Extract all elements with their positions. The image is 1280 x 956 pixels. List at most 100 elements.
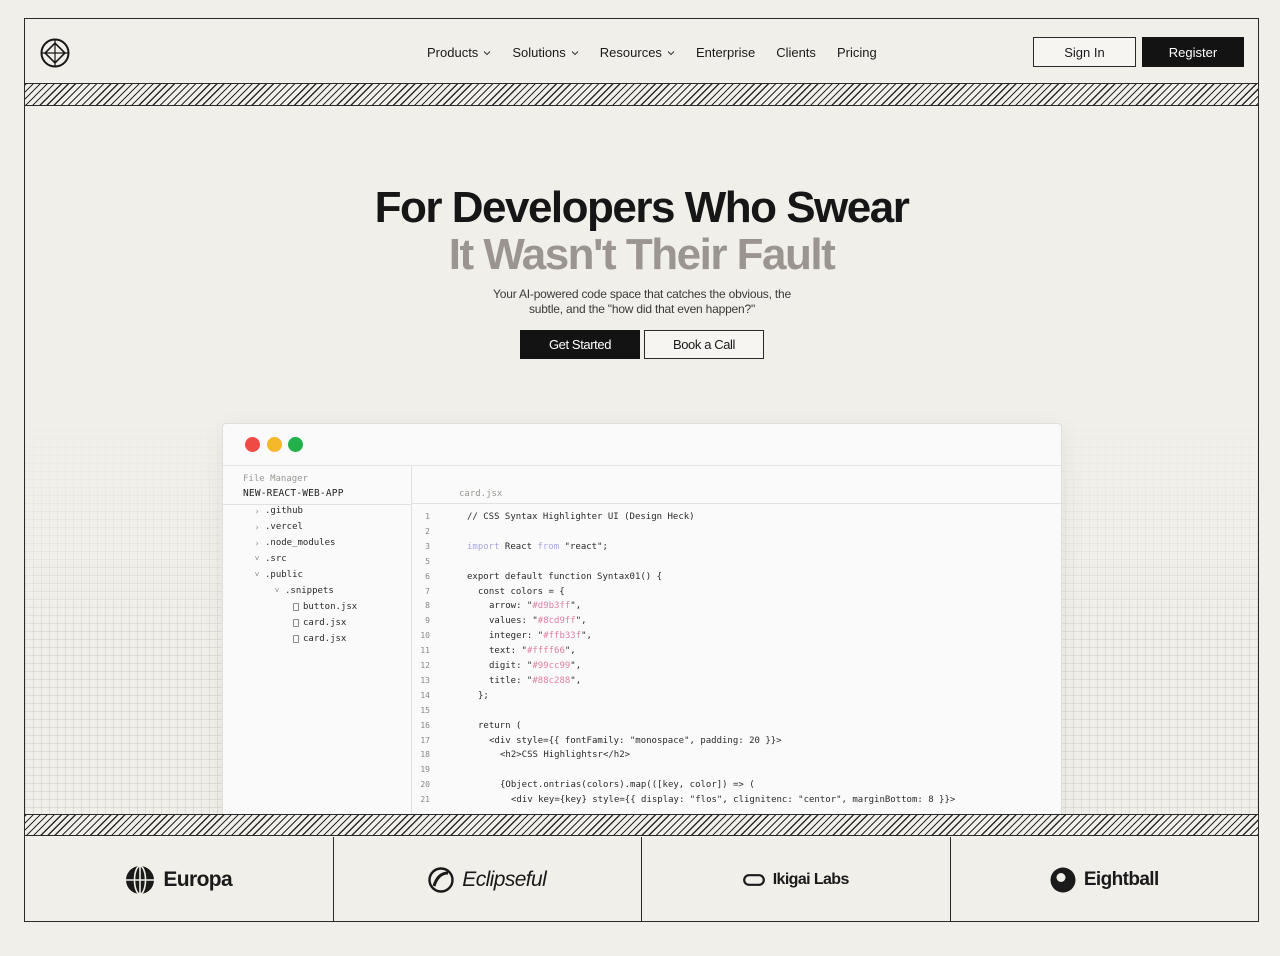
code-line: 16 return (	[412, 721, 1061, 735]
line-number: 13	[420, 675, 430, 685]
nav-item-enterprise[interactable]: Enterprise	[696, 45, 755, 60]
chevron-down-icon	[571, 50, 579, 55]
code-token: <div key={key} style={{ display: "flos",…	[511, 795, 956, 806]
file-item[interactable]: button.jsx	[293, 602, 357, 612]
eightball-icon	[1050, 867, 1076, 892]
logo-icon[interactable]	[40, 38, 70, 68]
line-number: 21	[420, 795, 430, 805]
hatch-divider-bottom	[25, 814, 1258, 836]
code-text: // CSS Syntax Highlighter UI (Design Hec…	[467, 512, 695, 522]
code-token: ",	[575, 616, 587, 627]
project-name: NEW-REACT-WEB-APP	[243, 488, 344, 499]
get-started-button[interactable]: Get Started	[520, 330, 640, 359]
file-item[interactable]: card.jsx	[293, 618, 346, 628]
code-token: <h2>CSS Highlightsr</h2>	[500, 750, 631, 761]
code-token: values: "	[489, 616, 538, 627]
code-text: return (	[478, 721, 521, 731]
file-icon	[293, 619, 299, 627]
line-number: 6	[425, 571, 430, 581]
file-icon	[293, 603, 299, 611]
folder-item[interactable]: ˅ .snippets	[273, 586, 334, 596]
close-window-dot[interactable]	[245, 437, 260, 452]
code-line: 5	[412, 557, 1061, 571]
code-line: 10 integer: "#ffb33f",	[412, 631, 1061, 645]
line-number: 14	[420, 690, 430, 700]
register-button[interactable]: Register	[1142, 37, 1244, 67]
code-line: 6 export default function Syntax01() {	[412, 571, 1061, 586]
code-string: #ffb33f	[543, 631, 582, 642]
tree-item-label: card.jsx	[303, 618, 347, 628]
client-eightball: Eightball	[951, 837, 1259, 922]
code-line: 13 title: "#88c288",	[412, 675, 1061, 690]
code-keyword: import	[467, 541, 500, 552]
line-number: 3	[425, 541, 430, 551]
tree-item-label: button.jsx	[303, 602, 358, 612]
tree-item-label: .github	[265, 506, 303, 516]
page-frame: Products Solutions Resources Enterprise …	[24, 18, 1259, 922]
line-number: 2	[425, 526, 430, 536]
code-token: ",	[564, 646, 576, 657]
code-text: <div key={key} style={{ display: "flos",…	[511, 795, 955, 805]
code-text: const colors = {	[478, 587, 565, 597]
hero-subline: It Wasn't Their Fault	[448, 230, 836, 279]
sign-in-button[interactable]: Sign In	[1033, 37, 1136, 67]
code-editor-window: File Manager NEW-REACT-WEB-APP › .github ›…	[222, 423, 1062, 814]
code-token: return (	[478, 720, 522, 731]
chevron-down-icon: ˅	[254, 554, 260, 563]
code-line: 21 <div key={key} style={{ display: "flos…	[412, 795, 1061, 809]
code-token: text: "	[489, 646, 527, 657]
code-line: 18 <h2>CSS Highlightsr</h2>	[412, 750, 1061, 764]
file-manager-label: File Manager	[243, 474, 309, 484]
nav-label: Clients	[776, 45, 816, 60]
code-line: 1 // CSS Syntax Highlighter UI (Design He…	[412, 512, 1061, 526]
line-number: 18	[420, 750, 430, 760]
code-token: arrow: "	[489, 601, 533, 612]
code-token: export default function Syntax01() {	[467, 571, 663, 582]
code-text: import React from "react";	[467, 542, 608, 552]
code-text: <h2>CSS Highlightsr</h2>	[500, 750, 630, 760]
line-number: 10	[420, 631, 430, 641]
line-number: 1	[425, 512, 430, 521]
code-line: 15	[412, 706, 1061, 720]
client-ikigai-labs: Ikigai Labs	[642, 837, 951, 922]
maximize-window-dot[interactable]	[288, 437, 303, 452]
folder-item[interactable]: › .github	[253, 506, 303, 516]
book-call-button[interactable]: Book a Call	[644, 330, 764, 359]
file-item[interactable]: card.jsx	[293, 634, 346, 644]
code-line: 12 digit: "#99cc99",	[412, 661, 1061, 675]
code-line: 20 {Object.ontrias(colors).map(([key, col…	[412, 780, 1061, 794]
line-number: 19	[420, 765, 430, 775]
chevron-right-icon: ›	[254, 538, 260, 548]
hero-section: For Developers Who Swear It Wasn't Their…	[25, 107, 1258, 814]
tree-item-label: .public	[265, 570, 303, 580]
folder-item[interactable]: ˅ .src	[253, 554, 287, 564]
code-string: #ffff66	[526, 646, 565, 657]
nav-item-clients[interactable]: Clients	[776, 45, 816, 60]
nav-item-resources[interactable]: Resources	[600, 45, 675, 60]
minimize-window-dot[interactable]	[267, 437, 282, 452]
folder-item[interactable]: › .node_modules	[253, 538, 336, 548]
nav-item-solutions[interactable]: Solutions	[512, 45, 579, 60]
hatch-divider-top	[25, 84, 1258, 106]
code-string: #88c288	[532, 675, 571, 686]
code-line: 9 values: "#8cd9ff",	[412, 616, 1061, 630]
folder-item[interactable]: ˅ .public	[253, 570, 303, 580]
code-line: 3 import React from "react";	[412, 541, 1061, 556]
code-text: arrow: "#d9b3ff",	[489, 601, 581, 611]
client-eclipseful: Eclipseful	[334, 837, 642, 922]
tab-card-jsx[interactable]: card.jsx	[459, 489, 502, 499]
nav-label: Resources	[599, 45, 662, 60]
pill-icon	[742, 873, 765, 886]
client-name: Eclipseful	[462, 867, 547, 891]
code-token: ",	[570, 661, 582, 671]
folder-item[interactable]: › .vercel	[253, 522, 303, 532]
code-text: <div style={{ fontFamily: "monospace", p…	[489, 736, 782, 746]
client-name: Ikigai Labs	[772, 870, 850, 888]
code-token: ",	[570, 601, 582, 612]
chevron-down-icon: ˅	[274, 586, 280, 595]
code-text: digit: "#99cc99",	[489, 661, 581, 671]
hero-description-line: Your AI-powered code space that catches …	[493, 287, 791, 301]
nav-item-pricing[interactable]: Pricing	[837, 45, 877, 60]
nav-item-products[interactable]: Products	[427, 45, 491, 60]
main-nav: Products Solutions Resources Enterprise …	[427, 45, 898, 60]
